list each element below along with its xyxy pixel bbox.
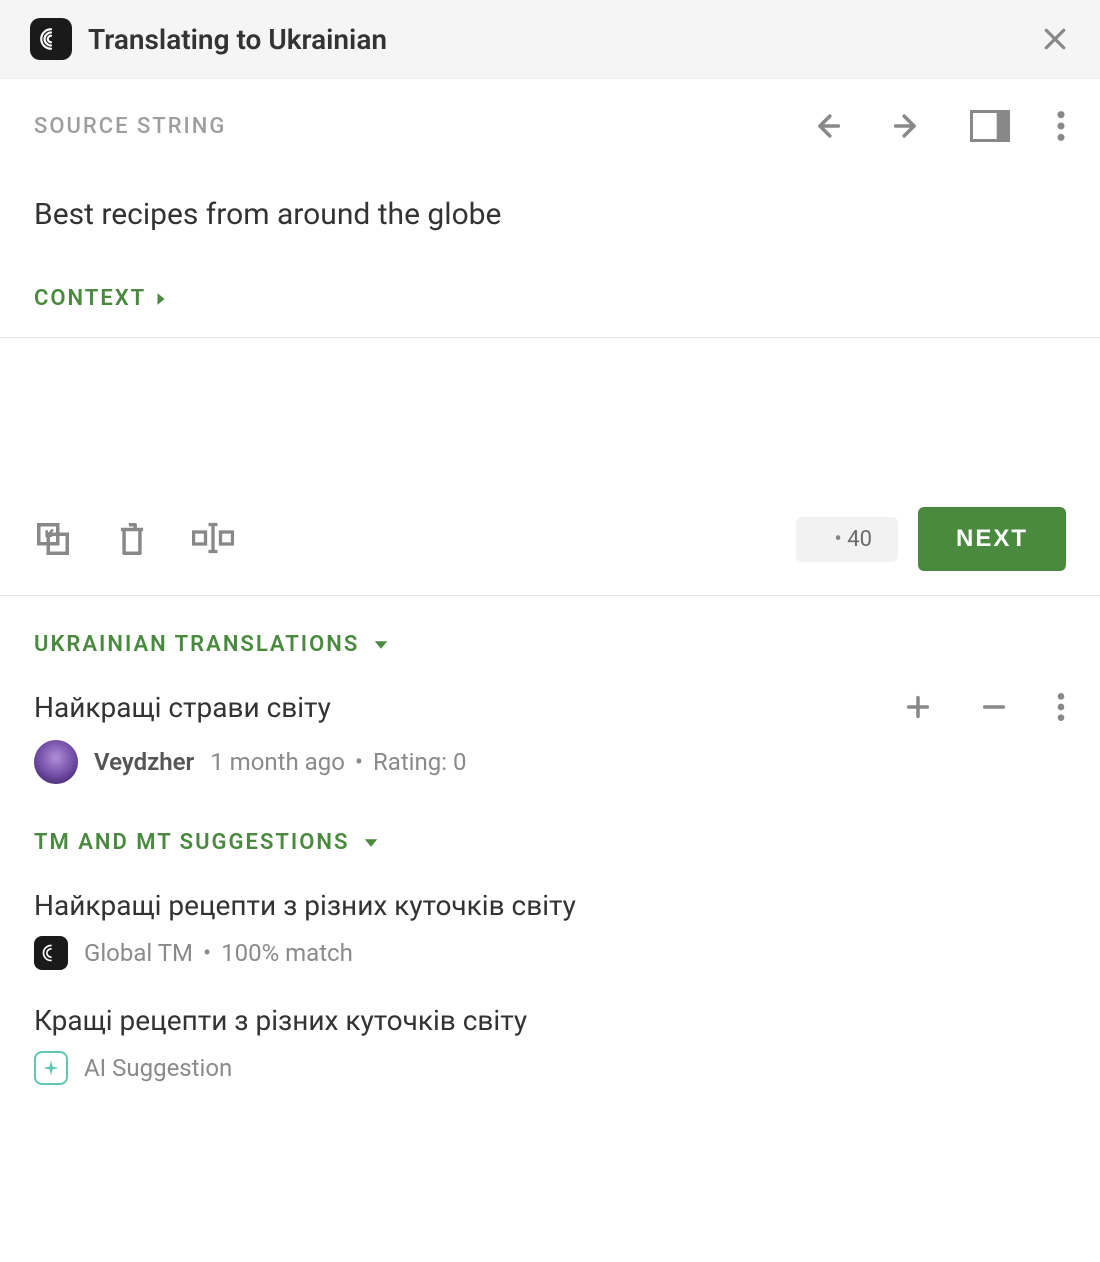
suggestions-header-label: TM AND MT SUGGESTIONS xyxy=(34,830,349,855)
translation-editor[interactable]: • 40 NEXT xyxy=(0,338,1100,596)
translations-header[interactable]: UKRAINIAN TRANSLATIONS xyxy=(34,632,1066,657)
translation-more-button[interactable] xyxy=(1056,691,1066,723)
chevron-down-icon xyxy=(373,640,389,650)
next-button[interactable]: NEXT xyxy=(918,507,1066,571)
translations-header-label: UKRAINIAN TRANSLATIONS xyxy=(34,632,359,657)
copy-source-button[interactable] xyxy=(34,520,72,558)
clear-button[interactable] xyxy=(116,520,148,558)
prev-string-button[interactable] xyxy=(810,109,844,143)
author-name[interactable]: Veydzher xyxy=(94,748,194,776)
downvote-button[interactable] xyxy=(980,693,1008,721)
translation-age: 1 month ago xyxy=(210,748,345,776)
author-avatar[interactable] xyxy=(34,740,78,784)
suggestion-item[interactable]: Кращі рецепти з різних куточків світу AI… xyxy=(34,1004,1066,1085)
editor-actions xyxy=(34,520,234,558)
suggestion-source-name: Global TM xyxy=(84,939,193,967)
source-section-label: SOURCE STRING xyxy=(34,114,226,139)
suggestion-item[interactable]: Найкращі рецепти з різних куточків світу… xyxy=(34,889,1066,970)
translation-text: Найкращі страви світу xyxy=(34,691,331,724)
suggestion-text: Кращі рецепти з різних куточків світу xyxy=(34,1004,1066,1037)
translation-rating: Rating: 0 xyxy=(373,748,467,776)
more-menu-button[interactable] xyxy=(1056,109,1066,143)
context-label: CONTEXT xyxy=(34,286,146,311)
ai-suggestion-icon xyxy=(34,1051,68,1085)
char-count-badge: • 40 xyxy=(796,517,898,562)
upvote-button[interactable] xyxy=(904,693,932,721)
app-logo-icon xyxy=(30,18,72,60)
chevron-right-icon xyxy=(156,292,166,306)
source-text: Best recipes from around the globe xyxy=(34,197,1066,232)
source-section: SOURCE STRING Best recipes from around t… xyxy=(0,79,1100,338)
translation-item[interactable]: Найкращі страви світу Veydzher 1 month a… xyxy=(34,691,1066,784)
results-section: UKRAINIAN TRANSLATIONS Найкращі страви с… xyxy=(0,596,1100,1121)
suggestion-text: Найкращі рецепти з різних куточків світу xyxy=(34,889,1066,922)
char-count-value: 40 xyxy=(847,527,872,552)
context-toggle[interactable]: CONTEXT xyxy=(34,286,1066,311)
source-toolbar xyxy=(810,109,1066,143)
insert-placeholder-button[interactable] xyxy=(192,520,234,558)
suggestions-header[interactable]: TM AND MT SUGGESTIONS xyxy=(34,830,1066,855)
close-button[interactable] xyxy=(1040,24,1070,54)
chevron-down-icon xyxy=(363,838,379,848)
header-bar: Translating to Ukrainian xyxy=(0,0,1100,79)
header-title: Translating to Ukrainian xyxy=(88,23,1040,56)
suggestion-source-name: AI Suggestion xyxy=(84,1054,232,1082)
global-tm-icon xyxy=(34,936,68,970)
suggestion-source: AI Suggestion xyxy=(84,1054,232,1082)
translation-meta-text: 1 month ago • Rating: 0 xyxy=(210,748,466,776)
layout-toggle-button[interactable] xyxy=(970,110,1010,142)
next-string-button[interactable] xyxy=(890,109,924,143)
suggestion-source: Global TM • 100% match xyxy=(84,939,353,967)
suggestion-match: 100% match xyxy=(221,939,353,967)
